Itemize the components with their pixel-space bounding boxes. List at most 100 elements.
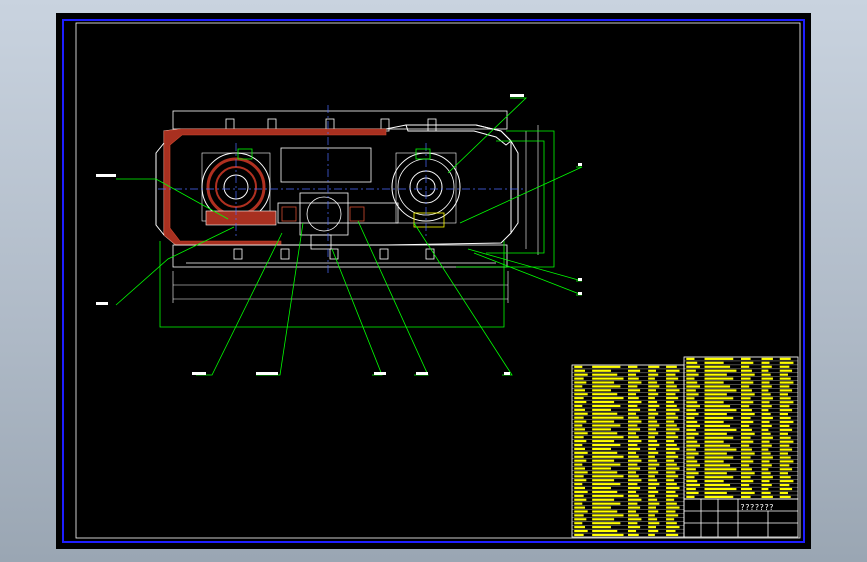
table-cell-text	[648, 533, 655, 537]
table-cell-text	[592, 365, 621, 368]
table-cell-text	[592, 420, 615, 423]
table-cell-text	[779, 381, 794, 384]
table-cell-text	[761, 413, 771, 416]
table-cell-text	[779, 444, 790, 447]
table-cell-text	[648, 440, 658, 443]
table-cell-text	[761, 491, 771, 495]
table-cell-text	[761, 495, 773, 499]
table-cell-text	[574, 486, 585, 490]
table-cell-text	[666, 498, 675, 501]
table-cell-text	[628, 483, 638, 486]
table-cell-text	[592, 490, 618, 494]
table-cell-text	[741, 357, 751, 360]
table-cell-text	[666, 467, 680, 470]
table-cell-text	[648, 404, 660, 408]
table-cell-text	[686, 476, 695, 479]
table-cell-text	[666, 490, 676, 494]
table-cell-text	[761, 357, 773, 360]
table-cell-text	[628, 451, 637, 454]
table-cell-text	[761, 468, 769, 471]
table-cell-text	[592, 408, 611, 411]
center-coupling	[277, 147, 399, 250]
table-cell-text	[686, 397, 695, 400]
table-cell-text	[686, 432, 699, 435]
table-cell-text	[628, 377, 639, 380]
table-cell-text	[648, 479, 658, 482]
table-cell-text	[741, 464, 750, 467]
table-cell-text	[592, 389, 611, 392]
table-cell-text	[666, 440, 675, 443]
table-cell-text	[628, 502, 638, 505]
table-cell-text	[761, 456, 773, 459]
table-cell-text	[761, 397, 773, 400]
table-cell-text	[741, 432, 755, 435]
table-cell-text	[628, 385, 638, 388]
table-cell-text	[648, 369, 656, 372]
table-cell-text	[704, 448, 737, 451]
table-cell-text	[761, 424, 772, 428]
green-outlines	[159, 130, 555, 328]
table-cell-text	[741, 416, 751, 420]
table-cell-text	[574, 463, 583, 466]
table-cell-text	[592, 440, 615, 443]
table-cell-text	[648, 397, 655, 400]
table-cell-text	[666, 529, 676, 533]
table-cell-text	[779, 428, 793, 431]
table-cell-text	[761, 420, 770, 424]
table-cell-text	[592, 412, 618, 415]
table-cell-text	[704, 452, 727, 455]
table-cell-text	[574, 514, 584, 517]
table-cell-text	[704, 484, 731, 487]
table-cell-text	[628, 510, 637, 513]
table-cell-text	[779, 440, 794, 443]
table-cell-text	[648, 365, 660, 368]
table-cell-text	[666, 447, 680, 451]
table-cell-text	[628, 518, 642, 521]
table-cell-text	[779, 369, 793, 372]
table-cell-text	[628, 424, 638, 427]
table-cell-text	[704, 377, 734, 380]
callout-leaders	[115, 97, 583, 376]
table-cell-text	[666, 494, 679, 497]
table-cell-text	[648, 443, 660, 447]
table-cell-text	[666, 432, 676, 435]
table-cell-text	[648, 506, 656, 509]
table-cell-text	[592, 428, 611, 431]
table-cell-text	[779, 416, 791, 420]
table-cell-text	[779, 484, 790, 487]
table-cell-text	[741, 440, 754, 443]
table-cell-text	[686, 420, 698, 424]
table-cell-text	[704, 436, 734, 439]
table-cell-text	[574, 428, 585, 431]
table-cell-text	[779, 476, 791, 479]
table-cell-text	[592, 404, 621, 408]
table-cell-text	[704, 397, 734, 400]
table-cell-text	[686, 464, 700, 467]
table-cell-text	[741, 436, 751, 439]
table-cell-text	[628, 397, 639, 400]
table-cell-text	[704, 487, 737, 491]
table-cell-text	[666, 518, 675, 521]
table-cell-text	[704, 495, 734, 499]
table-cell-text	[592, 486, 611, 490]
table-cell-text	[779, 468, 793, 471]
table-cell-text	[628, 389, 641, 392]
table-cell-text	[574, 436, 584, 439]
table-cell-text	[686, 452, 699, 455]
table-cell-text	[686, 480, 698, 483]
table-cell-text	[741, 487, 752, 491]
table-cell-text	[741, 365, 750, 368]
table-cell-text	[648, 529, 659, 533]
table-cell-text	[741, 476, 751, 479]
cad-viewport[interactable]: ???????	[56, 13, 811, 549]
table-cell-text	[741, 377, 751, 380]
table-cell-text	[574, 424, 583, 427]
table-cell-text	[648, 420, 658, 423]
table-cell-text	[592, 498, 615, 501]
table-cell-text	[592, 369, 611, 372]
table-cell-text	[741, 369, 752, 372]
table-cell-text	[628, 393, 637, 396]
table-cell-text	[704, 468, 737, 471]
table-cell-text	[779, 491, 788, 495]
table-cell-text	[741, 405, 750, 408]
